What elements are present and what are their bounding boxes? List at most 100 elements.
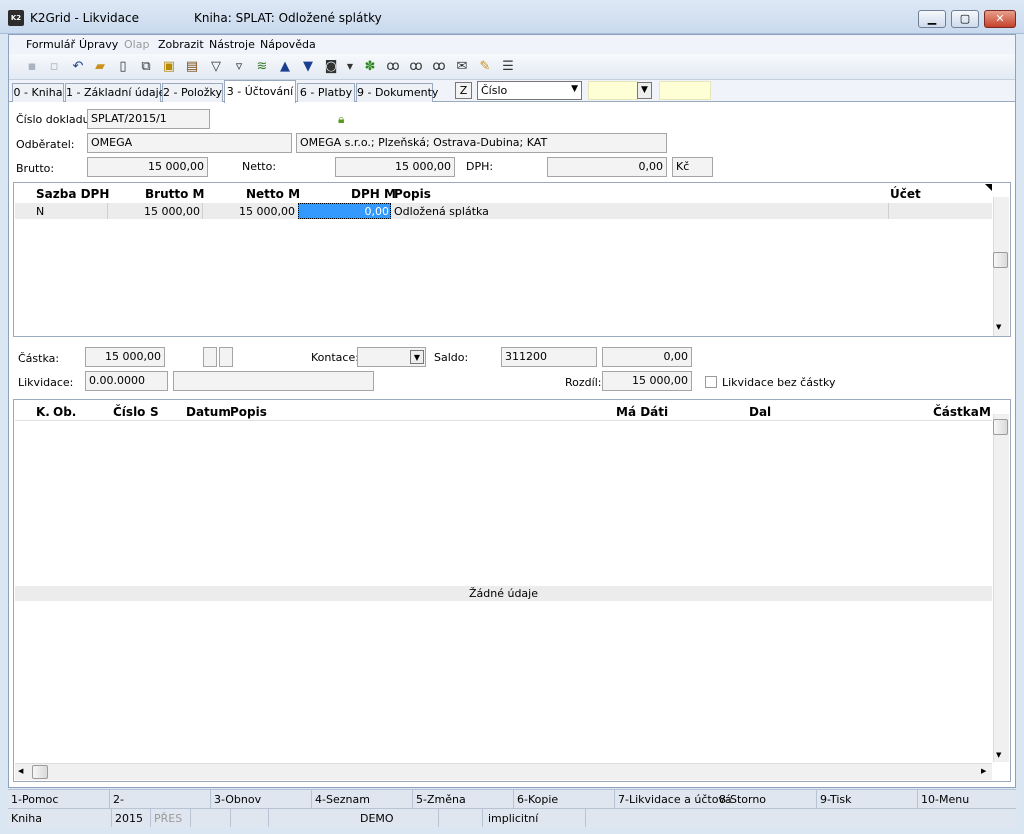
camera-icon[interactable]: ◙ xyxy=(323,59,339,75)
saldo-value-field[interactable]: 0,00 xyxy=(602,347,692,367)
tab-dokumenty[interactable]: 9 - Dokumenty xyxy=(356,83,438,102)
stack-icon[interactable]: ≋ xyxy=(254,59,270,75)
minimize-button[interactable]: ▁ xyxy=(918,10,946,28)
fkey-8[interactable]: 8-Storno xyxy=(719,793,766,806)
dropdown-icon[interactable]: ▼ xyxy=(342,59,358,75)
column-header-brutto[interactable]: Brutto M xyxy=(145,187,204,201)
filter-dropdown-button[interactable]: ▼ xyxy=(637,82,652,99)
window-title: K2Grid - Likvidace xyxy=(30,11,140,25)
maximize-button[interactable]: ▢ xyxy=(951,10,979,28)
filter-doc-icon[interactable]: ▿ xyxy=(231,59,247,75)
fkey-5[interactable]: 5-Změna xyxy=(416,793,466,806)
column-header-sazba[interactable]: Sazba DPH xyxy=(36,187,109,201)
currency-field[interactable]: Kč xyxy=(672,157,713,177)
doc-number-field[interactable]: SPLAT/2015/1 xyxy=(87,109,210,129)
menu-upravy[interactable]: Úpravy xyxy=(79,38,118,51)
customer-name-field[interactable]: OMEGA s.r.o.; Plzeňská; Ostrava-Dubina; … xyxy=(296,133,667,153)
search-input[interactable] xyxy=(659,81,711,100)
table-row[interactable]: N 15 000,00 15 000,00 0,00 Odložená splá… xyxy=(15,203,992,219)
column-header-datum[interactable]: Datum xyxy=(186,405,231,419)
fkey-6[interactable]: 6-Kopie xyxy=(517,793,558,806)
likvidace-field[interactable]: 0.00.0000 xyxy=(85,371,168,391)
scroll-right-icon[interactable]: ▶ xyxy=(981,767,986,775)
z-button[interactable]: Z xyxy=(455,82,472,99)
column-header-castka[interactable]: Částka xyxy=(933,405,979,419)
menu-zobrazit[interactable]: Zobrazit xyxy=(158,38,204,51)
menu-napoveda[interactable]: Nápověda xyxy=(260,38,316,51)
cell-dph: 0,00 xyxy=(364,205,390,218)
new-icon[interactable]: ▯ xyxy=(115,59,131,75)
column-header-ucet[interactable]: Účet xyxy=(890,187,921,201)
column-header-s[interactable]: S xyxy=(150,405,159,419)
mail-icon[interactable]: ✉ xyxy=(454,59,470,75)
small-field-1[interactable] xyxy=(203,347,217,367)
copy-icon[interactable]: ⧉ xyxy=(138,59,154,75)
fkey-4[interactable]: 4-Seznam xyxy=(315,793,370,806)
tab-zakladni-udaje[interactable]: 1 - Základní údaje xyxy=(65,83,165,102)
open-icon[interactable]: ▰ xyxy=(92,59,108,75)
column-chooser-icon[interactable] xyxy=(985,184,992,191)
scrollbar-thumb[interactable] xyxy=(993,419,1008,435)
menu-olap[interactable]: Olap xyxy=(124,38,149,51)
fkey-10[interactable]: 10-Menu xyxy=(921,793,969,806)
scroll-down-icon[interactable]: ▼ xyxy=(996,323,1001,331)
column-header-ma-dati[interactable]: Má Dáti xyxy=(616,405,668,419)
kontace-select[interactable]: ▼ xyxy=(357,347,426,367)
filter-input[interactable] xyxy=(588,81,638,100)
book-icon[interactable]: ▤ xyxy=(184,59,200,75)
netto-field[interactable]: 15 000,00 xyxy=(335,157,455,177)
rozdil-field[interactable]: 15 000,00 xyxy=(602,371,692,391)
tab-polozky[interactable]: 2 - Položky xyxy=(162,83,223,102)
column-header-popis[interactable]: Popis xyxy=(394,187,431,201)
fkey-9[interactable]: 9-Tisk xyxy=(820,793,852,806)
binoculars-settings-icon[interactable]: ꝏ xyxy=(431,59,447,75)
menu-lines-icon[interactable]: ☰ xyxy=(500,59,516,75)
horizontal-scrollbar-thumb[interactable] xyxy=(32,765,48,779)
arrow-down-icon[interactable]: ▼ xyxy=(300,59,316,75)
tab-kniha[interactable]: 0 - Kniha xyxy=(12,83,64,102)
undo-icon[interactable]: ↶ xyxy=(70,59,86,75)
notes-icon[interactable]: ✎ xyxy=(477,59,493,75)
plant-icon[interactable]: ✽ xyxy=(362,59,378,75)
fkey-7[interactable]: 7-Likvidace a účtová xyxy=(618,793,732,806)
vertical-scrollbar[interactable] xyxy=(993,414,1009,762)
menu-nastroje[interactable]: Nástroje xyxy=(209,38,255,51)
scrollbar-thumb[interactable] xyxy=(993,252,1008,268)
tab-platby[interactable]: 6 - Platby xyxy=(297,83,355,102)
column-header-dal[interactable]: Dal xyxy=(749,405,771,419)
scroll-left-icon[interactable]: ◀ xyxy=(18,767,23,775)
filter-icon[interactable]: ▽ xyxy=(208,59,224,75)
horizontal-scrollbar[interactable] xyxy=(15,763,992,780)
likvidace-bez-castky-checkbox[interactable] xyxy=(705,376,717,388)
save-as-icon[interactable]: ▫ xyxy=(46,59,62,75)
close-button[interactable]: ✕ xyxy=(984,10,1016,28)
menu-formular[interactable]: Formulář xyxy=(26,38,75,51)
customer-code-field[interactable]: OMEGA xyxy=(87,133,292,153)
castka-field[interactable]: 15 000,00 xyxy=(85,347,165,367)
column-header-ob[interactable]: Ob. xyxy=(53,405,76,419)
save-icon[interactable]: ▪ xyxy=(24,59,40,75)
scroll-down-icon[interactable]: ▼ xyxy=(996,751,1001,759)
dph-field[interactable]: 0,00 xyxy=(547,157,667,177)
arrow-up-icon[interactable]: ▲ xyxy=(277,59,293,75)
column-header-k[interactable]: K. xyxy=(36,405,50,419)
column-header-netto[interactable]: Netto M xyxy=(246,187,300,201)
column-header-m[interactable]: M xyxy=(979,405,991,419)
lock-icon[interactable]: ▣ xyxy=(161,59,177,75)
fkey-2[interactable]: 2- xyxy=(113,793,124,806)
tab-uctovani[interactable]: 3 - Účtování xyxy=(224,80,296,103)
brutto-field[interactable]: 15 000,00 xyxy=(87,157,208,177)
maximize-icon: ▢ xyxy=(959,12,971,25)
likvidace-text-field[interactable] xyxy=(173,371,374,391)
binoculars-icon[interactable]: ꝏ xyxy=(385,59,401,75)
small-field-2[interactable] xyxy=(219,347,233,367)
column-header-popis[interactable]: Popis xyxy=(230,405,267,419)
fkey-1[interactable]: 1-Pomoc xyxy=(11,793,58,806)
sort-select[interactable]: Číslo ▼ xyxy=(477,81,582,100)
saldo-account-field[interactable]: 311200 xyxy=(501,347,597,367)
column-header-dph[interactable]: DPH M xyxy=(351,187,396,201)
binoculars-next-icon[interactable]: ꝏ xyxy=(408,59,424,75)
cell-popis: Odložená splátka xyxy=(394,205,489,218)
fkey-3[interactable]: 3-Obnov xyxy=(214,793,261,806)
column-header-cislo[interactable]: Číslo xyxy=(113,405,145,419)
